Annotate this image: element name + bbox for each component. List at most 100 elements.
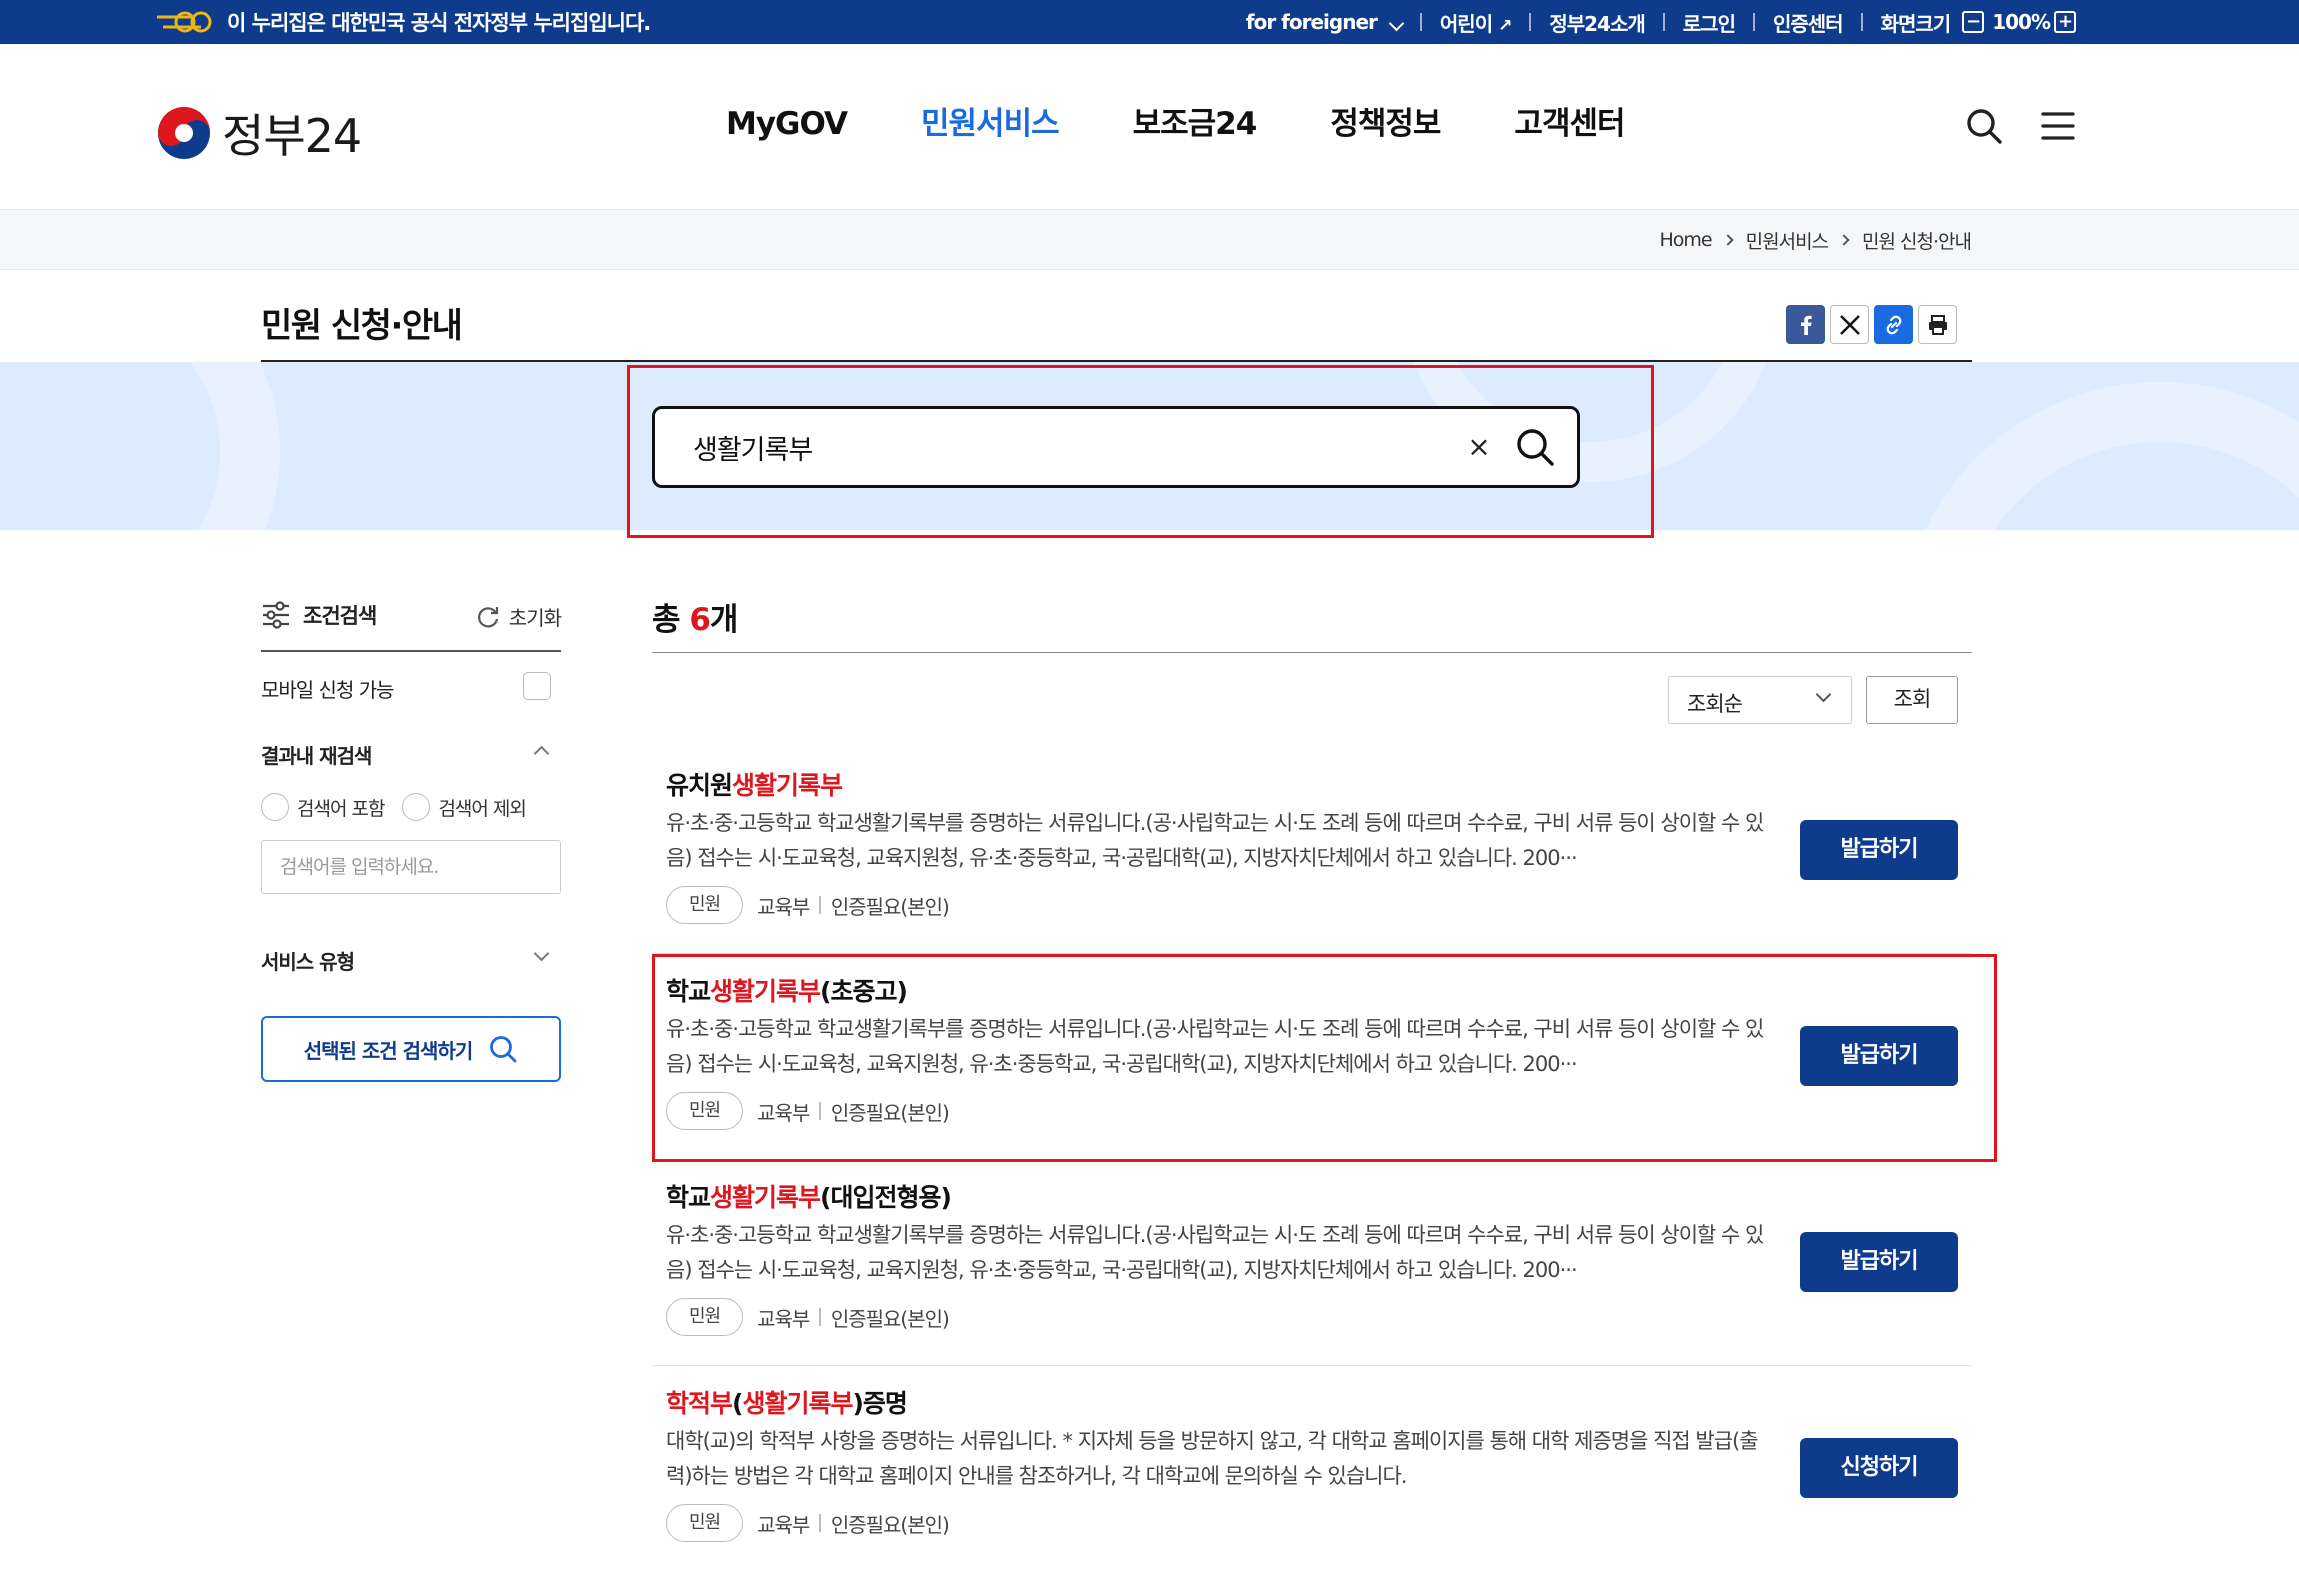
result-type-tag: 민원 (666, 1298, 744, 1336)
page-title: 민원 신청·안내 (261, 306, 463, 346)
gov-banner: 이 누리집은 대한민국 공식 전자정부 누리집입니다. for foreigne… (0, 0, 2299, 44)
result-type-tag: 민원 (666, 1504, 744, 1542)
breadcrumb-bar: Home 민원서비스 민원 신청·안내 (0, 210, 2299, 270)
nav-customer-center[interactable]: 고객센터 (1514, 102, 1625, 146)
nav-subsidy24[interactable]: 보조금24 (1133, 102, 1258, 146)
facebook-share-button[interactable] (1786, 305, 1825, 344)
search-box: × (652, 406, 1580, 488)
service-type-header[interactable]: 서비스 유형 (261, 924, 561, 990)
service-type-title: 서비스 유형 (261, 950, 355, 974)
radio-circle (402, 793, 431, 821)
result-agency: 교육부 (757, 894, 810, 919)
chevron-right-icon (1721, 234, 1734, 246)
result-title-prefix: 학교 (666, 1183, 711, 1212)
result-auth: 인증필요(본인) (830, 1306, 950, 1331)
result-agency: 교육부 (757, 1100, 810, 1125)
intro-link[interactable]: 정부24소개 (1549, 8, 1645, 37)
facebook-icon (1800, 315, 1812, 335)
filter-sidebar: 조건검색 초기화 모바일 신청 가능 결과내 재검색 검색어 포함 검색어 제외… (261, 580, 562, 1082)
nav-policy-info[interactable]: 정책정보 (1330, 102, 1441, 146)
result-meta: 민원 교육부 인증필요(본인) (666, 1092, 950, 1130)
issue-button[interactable]: 발급하기 (1800, 820, 1958, 880)
search-submit-icon[interactable] (1513, 425, 1557, 469)
issue-button[interactable]: 발급하기 (1800, 1232, 1958, 1292)
kids-label: 어린이 (1439, 11, 1493, 36)
result-title-part: ( (732, 1389, 743, 1418)
result-auth: 인증필요(본인) (830, 1512, 950, 1537)
result-item: 학교생활기록부(초중고) 유·초·중·고등학교 학교생활기록부를 증명하는 서류… (652, 954, 1972, 1160)
nav-mygov[interactable]: MyGOV (726, 102, 848, 146)
refine-search-input[interactable] (261, 840, 561, 894)
sort-select-value: 조회순 (1687, 692, 1743, 716)
sort-select[interactable]: 조회순 (1668, 676, 1852, 724)
breadcrumb-home[interactable]: Home (1660, 229, 1713, 251)
result-title-prefix: 유치원 (666, 771, 733, 800)
result-auth: 인증필요(본인) (830, 1100, 950, 1125)
clear-search-icon[interactable]: × (1463, 431, 1495, 463)
copy-link-button[interactable] (1874, 305, 1913, 344)
exclude-keyword-radio[interactable]: 검색어 제외 (402, 793, 527, 821)
site-header: 정부24 MyGOV 민원서비스 보조금24 정책정보 고객센터 (0, 44, 2299, 210)
external-link-icon: ↗ (1498, 15, 1512, 36)
divider (1860, 13, 1863, 31)
x-share-button[interactable] (1830, 305, 1869, 344)
result-title-prefix: 학교 (666, 977, 711, 1006)
query-button[interactable]: 조회 (1866, 676, 1958, 724)
decorative-circle (0, 362, 280, 530)
zoom-out-button[interactable]: − (1962, 11, 1985, 33)
nav-civil-service[interactable]: 민원서비스 (921, 102, 1060, 146)
condition-search-button-label: 선택된 조건 검색하기 (303, 1038, 474, 1063)
kids-link[interactable]: 어린이 ↗ (1439, 8, 1512, 37)
search-icon[interactable] (1964, 106, 2004, 146)
foreigner-label: for foreigner (1245, 10, 1378, 34)
result-total: 총 6개 (652, 594, 739, 639)
divider (1419, 13, 1422, 31)
link-icon (1886, 315, 1901, 334)
result-title[interactable]: 유치원생활기록부 (666, 766, 843, 802)
apply-button[interactable]: 신청하기 (1800, 1438, 1958, 1498)
result-title[interactable]: 학교생활기록부(대입전형용) (666, 1178, 952, 1214)
result-description: 유·초·중·고등학교 학교생활기록부를 증명하는 서류입니다.(공·사립학교는 … (666, 811, 1764, 870)
main-nav: MyGOV 민원서비스 보조금24 정책정보 고객센터 (726, 102, 1626, 146)
result-count: 6 (689, 602, 711, 638)
reset-button[interactable]: 초기화 (475, 602, 562, 631)
zoom-in-button[interactable]: + (2054, 11, 2076, 33)
mobile-filter-row: 모바일 신청 가능 (261, 652, 561, 718)
zoom-label: 화면크기 (1880, 11, 1952, 36)
divider (1662, 13, 1665, 31)
filter-sliders-icon (263, 601, 289, 629)
mobile-filter-checkbox[interactable] (523, 672, 551, 700)
radio-circle (261, 793, 289, 821)
result-title[interactable]: 학적부(생활기록부)증명 (666, 1384, 908, 1420)
foreigner-link[interactable]: for foreigner (1245, 10, 1405, 34)
site-logo[interactable]: 정부24 (156, 100, 362, 166)
gov-notice-text: 이 누리집은 대한민국 공식 전자정부 누리집입니다. (227, 11, 651, 35)
search-input[interactable] (693, 409, 1453, 485)
result-total-suffix: 개 (709, 602, 739, 638)
breadcrumb-current: 민원 신청·안내 (1862, 230, 1972, 253)
result-description: 유·초·중·고등학교 학교생활기록부를 증명하는 서류입니다.(공·사립학교는 … (666, 1223, 1764, 1282)
include-keyword-radio[interactable]: 검색어 포함 (261, 793, 385, 821)
breadcrumb: Home 민원서비스 민원 신청·안내 (1660, 210, 1972, 270)
hamburger-menu-icon[interactable] (2038, 106, 2078, 146)
breadcrumb-civil-service[interactable]: 민원서비스 (1746, 227, 1829, 254)
reset-label: 초기화 (508, 606, 562, 630)
cert-center-link[interactable]: 인증센터 (1773, 8, 1844, 37)
result-meta: 민원 교육부 인증필요(본인) (666, 1298, 950, 1336)
result-type-tag: 민원 (666, 1092, 744, 1130)
result-title-highlight: 생활기록부 (710, 1183, 821, 1212)
result-agency: 교육부 (757, 1512, 810, 1537)
result-type-tag: 민원 (666, 886, 744, 924)
logo-text: 정부24 (222, 109, 362, 163)
result-description: 유·초·중·고등학교 학교생활기록부를 증명하는 서류입니다.(공·사립학교는 … (666, 1017, 1764, 1076)
result-title[interactable]: 학교생활기록부(초중고) (666, 972, 908, 1008)
print-button[interactable] (1918, 305, 1957, 344)
issue-button[interactable]: 발급하기 (1800, 1026, 1958, 1086)
result-item: 학교생활기록부(대입전형용) 유·초·중·고등학교 학교생활기록부를 증명하는 … (652, 1160, 1972, 1366)
refine-search-header[interactable]: 결과내 재검색 (261, 718, 561, 784)
result-item: 학적부(생활기록부)증명 대학(교)의 학적부 사항을 증명하는 서류입니다. … (652, 1366, 1972, 1569)
login-link[interactable]: 로그인 (1683, 8, 1736, 37)
chevron-down-icon (533, 945, 550, 962)
divider (819, 1102, 821, 1120)
condition-search-button[interactable]: 선택된 조건 검색하기 (261, 1016, 561, 1082)
